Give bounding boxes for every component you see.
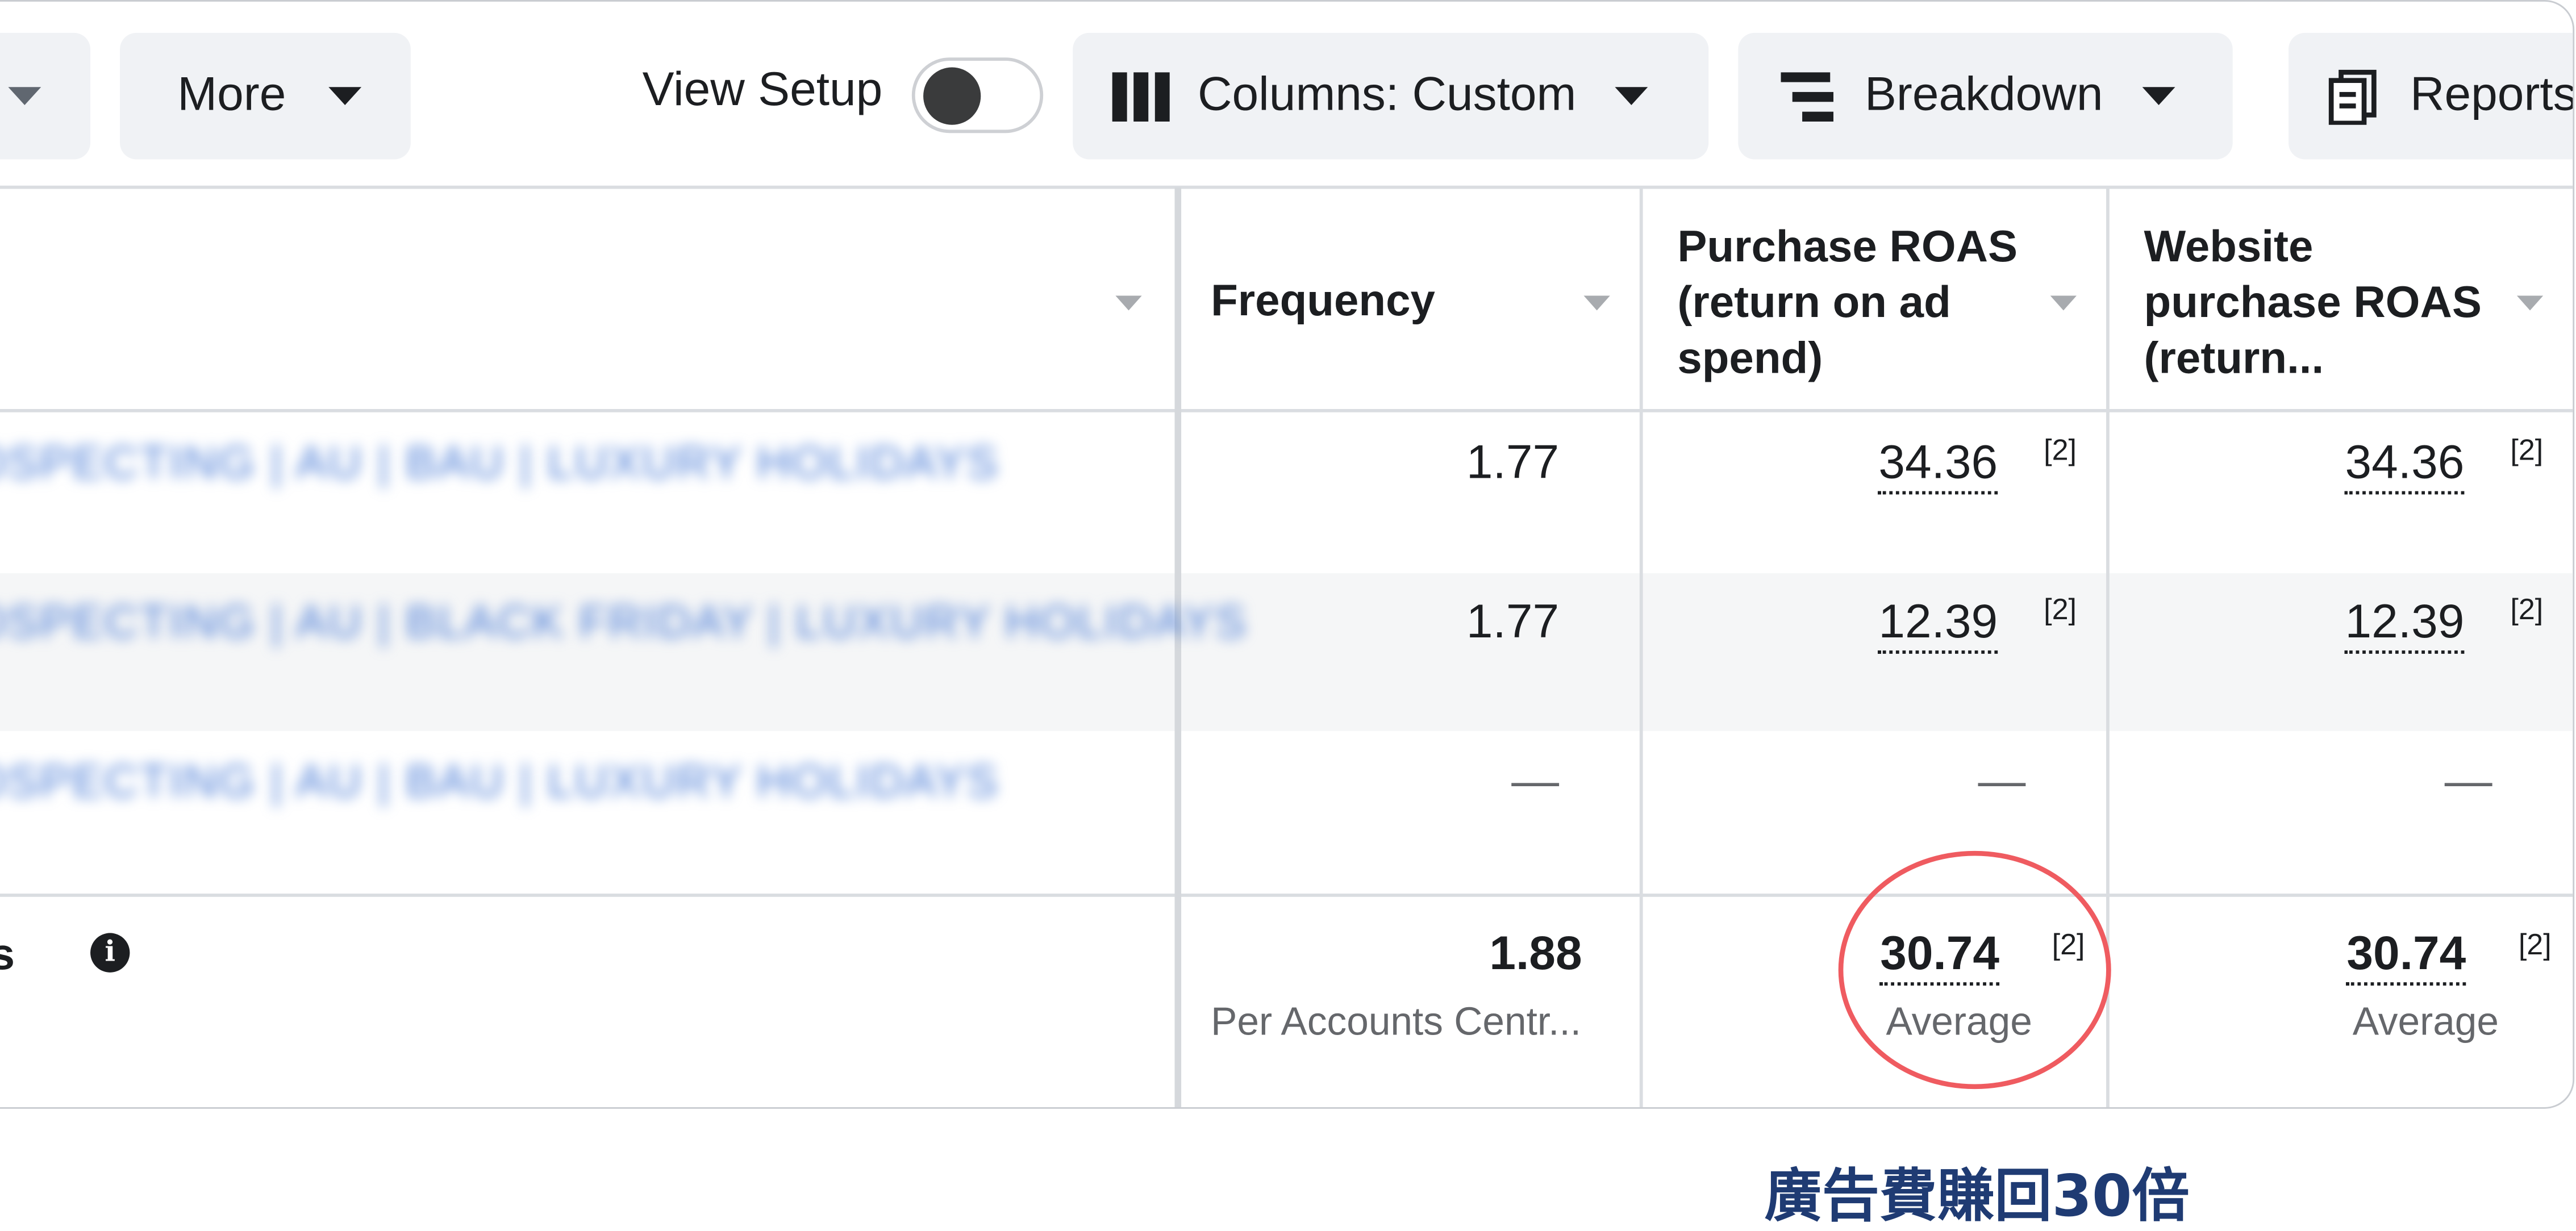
campaign-name-link[interactable]: PROSPECTING | AU | BLACK FRIDAY | LUXURY…	[0, 596, 1247, 649]
breakdown-label: Breakdown	[1865, 69, 2103, 123]
ads-manager-panel: More View Setup Columns: Custom Breakdow…	[0, 0, 2574, 1109]
columns-label: Columns: Custom	[1198, 69, 1576, 123]
website-roas-value[interactable]: 12.39	[2345, 596, 2465, 654]
summary-website-roas-sub: Average	[2353, 1000, 2499, 1046]
columns-icon	[1112, 72, 1170, 121]
view-setup-label: View Setup	[643, 64, 883, 118]
frequency-value: 1.77	[1466, 437, 1559, 491]
footnote-marker[interactable]: [2]	[2044, 593, 2077, 628]
breakdown-button[interactable]: Breakdown	[1738, 33, 2232, 160]
header-bottom-border	[0, 409, 2574, 412]
col-header-website-roas[interactable]: Website purchase ROAS (return...	[2144, 219, 2498, 386]
frequency-value: —	[1511, 756, 1559, 809]
toggle-knob	[923, 68, 981, 125]
columns-button[interactable]: Columns: Custom	[1073, 33, 1708, 160]
dropdown-button[interactable]	[0, 33, 90, 160]
footnote-marker[interactable]: [2]	[2044, 433, 2077, 468]
purchase-roas-value: —	[1978, 756, 2025, 809]
header-top-border	[0, 186, 2574, 189]
website-roas-value: —	[2445, 756, 2492, 809]
purchase-roas-value[interactable]: 34.36	[1878, 437, 1998, 494]
reports-label: Reports	[2410, 69, 2574, 123]
view-setup-toggle[interactable]	[912, 57, 1043, 133]
summary-label: gns	[0, 930, 15, 981]
more-label: More	[177, 69, 286, 123]
screenshot-stage: More View Setup Columns: Custom Breakdow…	[0, 0, 2576, 1231]
campaign-name-link[interactable]: PROSPECTING | AU | BAU | LUXURY HOLIDAYS	[0, 756, 999, 808]
chevron-down-icon	[8, 87, 41, 105]
col-header-purchase-roas[interactable]: Purchase ROAS (return on ad spend)	[1677, 219, 2031, 386]
summary-frequency-sub: Per Accounts Centr...	[1211, 1000, 1581, 1046]
summary-frequency: 1.88	[1489, 928, 1582, 982]
chevron-down-icon	[1616, 87, 1649, 105]
footnote-marker[interactable]: [2]	[2519, 928, 2552, 963]
sort-icon[interactable]	[2050, 295, 2077, 310]
info-icon[interactable]: i	[90, 933, 130, 972]
sort-icon[interactable]	[1584, 295, 1610, 310]
summary-website-roas[interactable]: 30.74	[2346, 928, 2466, 986]
chevron-down-icon	[2143, 87, 2175, 105]
col-header-frequency[interactable]: Frequency	[1211, 273, 1435, 328]
sort-icon[interactable]	[2517, 295, 2543, 310]
column-divider	[1640, 187, 1643, 1109]
reports-button[interactable]: Reports	[2289, 33, 2574, 160]
chevron-down-icon	[329, 87, 362, 105]
more-button[interactable]: More	[120, 33, 411, 160]
sort-icon[interactable]	[1115, 295, 1141, 310]
annotation-caption: 廣告費賺回30倍	[1765, 1150, 2190, 1231]
highlight-circle	[1839, 851, 2111, 1089]
breakdown-icon	[1781, 72, 1833, 121]
footnote-marker[interactable]: [2]	[2510, 433, 2543, 468]
website-roas-value[interactable]: 34.36	[2345, 437, 2465, 494]
footnote-marker[interactable]: [2]	[2510, 593, 2543, 628]
campaign-name-link[interactable]: PROSPECTING | AU | BAU | LUXURY HOLIDAYS	[0, 437, 999, 490]
summary-top-border	[0, 894, 2574, 897]
frequency-value: 1.77	[1466, 596, 1559, 650]
purchase-roas-value[interactable]: 12.39	[1878, 596, 1998, 654]
reports-icon	[2328, 68, 2381, 124]
